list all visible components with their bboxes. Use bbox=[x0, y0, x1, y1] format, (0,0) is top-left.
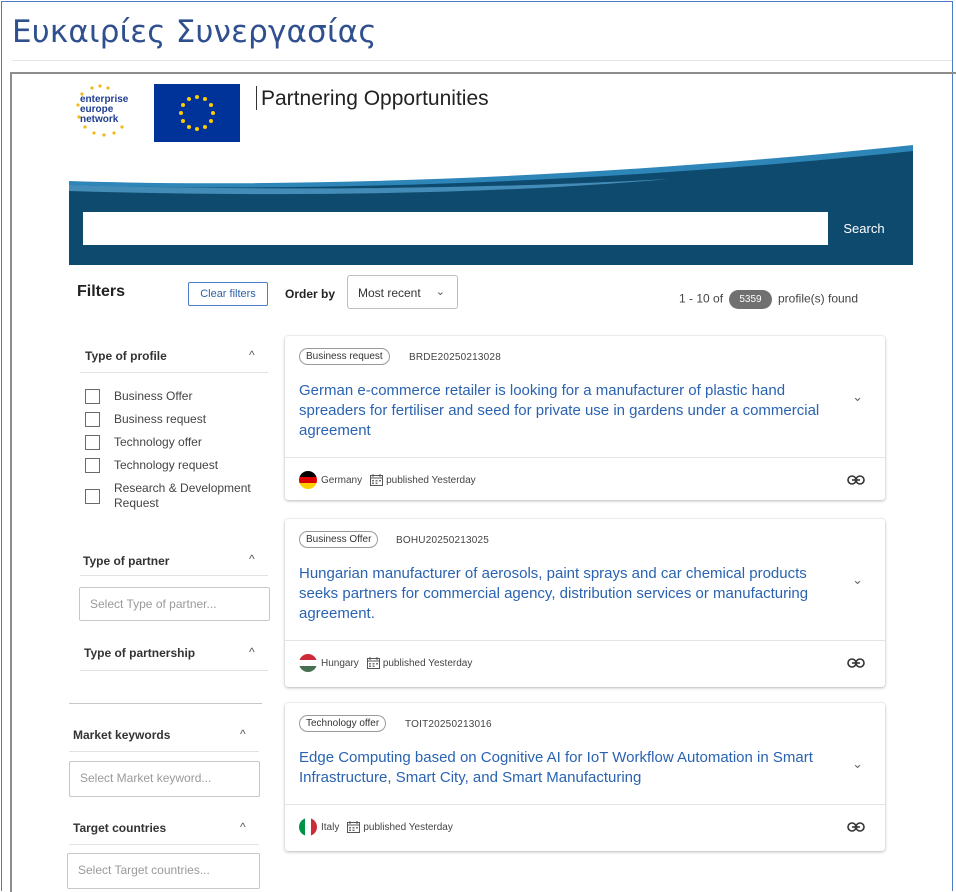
filter-divider bbox=[80, 575, 268, 576]
checkbox[interactable] bbox=[85, 412, 100, 427]
profile-meta: Germany published Yesterday bbox=[299, 471, 476, 489]
eu-stars-icon bbox=[179, 95, 215, 131]
expand-chevron-icon[interactable]: ⌄ bbox=[852, 572, 863, 588]
order-by-value: Most recent bbox=[358, 286, 421, 300]
checkbox[interactable] bbox=[85, 435, 100, 450]
checkbox-label: Business Offer bbox=[114, 389, 193, 403]
filter-divider bbox=[80, 372, 268, 373]
results-range: 1 - 10 of bbox=[679, 291, 724, 306]
caret-up-icon[interactable]: ^ bbox=[249, 645, 255, 659]
search-input[interactable] bbox=[83, 212, 828, 245]
heading-divider bbox=[12, 60, 952, 61]
caret-up-icon[interactable]: ^ bbox=[249, 552, 255, 566]
profile-type-badge: Business Offer bbox=[299, 531, 379, 548]
filter-type-of-partnership-label[interactable]: Type of partnership bbox=[84, 646, 195, 660]
results-total-badge: 5359 bbox=[729, 290, 772, 309]
filter-divider bbox=[69, 703, 262, 704]
profile-published: published Yesterday bbox=[363, 821, 453, 833]
expand-chevron-icon[interactable]: ⌄ bbox=[852, 756, 863, 772]
filter-market-keywords-label[interactable]: Market keywords bbox=[73, 728, 170, 742]
checkbox-label: Research & Development Request bbox=[114, 481, 251, 510]
caret-up-icon[interactable]: ^ bbox=[240, 727, 246, 741]
een-logo-text: enterprise europe network bbox=[80, 95, 128, 125]
clear-filters-button[interactable]: Clear filters bbox=[188, 282, 268, 306]
card-divider bbox=[285, 804, 885, 805]
checkbox[interactable] bbox=[85, 389, 100, 404]
expand-chevron-icon[interactable]: ⌄ bbox=[852, 389, 863, 405]
checkbox-business-request[interactable]: Business request bbox=[85, 412, 206, 427]
profile-meta: Hungary published Yesterday bbox=[299, 654, 472, 672]
checkbox-technology-offer[interactable]: Technology offer bbox=[85, 435, 202, 450]
results-count: 1 - 10 of 5359 profile(s) found bbox=[679, 290, 858, 309]
profile-reference: TOIT20250213016 bbox=[405, 719, 492, 730]
checkbox[interactable] bbox=[85, 489, 100, 504]
checkbox-label: Technology request bbox=[114, 458, 219, 472]
logo-line-3: network bbox=[80, 114, 119, 125]
filters-title: Filters bbox=[77, 283, 126, 300]
profile-card[interactable]: Business Offer BOHU20250213025 Hungarian… bbox=[285, 519, 885, 687]
profile-card[interactable]: Technology offer TOIT20250213016 Edge Co… bbox=[285, 703, 885, 851]
calendar-icon bbox=[347, 821, 361, 833]
checkbox-research-development-request[interactable]: Research & Development Request bbox=[85, 481, 265, 511]
profile-meta: Italy published Yesterday bbox=[299, 818, 453, 836]
germany-flag-icon bbox=[299, 471, 317, 489]
chevron-down-icon: ⌄ bbox=[435, 286, 445, 298]
hungary-flag-icon bbox=[299, 654, 317, 672]
checkbox-technology-request[interactable]: Technology request bbox=[85, 458, 218, 473]
filter-divider bbox=[69, 751, 259, 752]
checkbox-label: Technology offer bbox=[114, 435, 202, 449]
filter-type-of-partner-label[interactable]: Type of partner bbox=[83, 554, 169, 568]
profile-type-badge: Technology offer bbox=[299, 715, 387, 732]
link-icon[interactable] bbox=[847, 822, 865, 832]
calendar-icon bbox=[370, 474, 384, 486]
title-divider bbox=[256, 86, 257, 110]
checkbox-business-offer[interactable]: Business Offer bbox=[85, 389, 192, 404]
header-banner bbox=[69, 145, 913, 265]
market-keywords-select[interactable]: Select Market keyword... bbox=[69, 761, 260, 797]
target-countries-select[interactable]: Select Target countries... bbox=[67, 853, 260, 889]
profile-country: Hungary bbox=[321, 657, 359, 669]
link-icon[interactable] bbox=[847, 475, 865, 485]
card-divider bbox=[285, 640, 885, 641]
profile-type-badge: Business request bbox=[299, 348, 390, 365]
enterprise-europe-network-logo[interactable]: enterprise europe network bbox=[74, 83, 150, 145]
italy-flag-icon bbox=[299, 818, 317, 836]
calendar-icon bbox=[366, 657, 380, 669]
filter-divider bbox=[80, 670, 268, 671]
profile-title-link[interactable]: Edge Computing based on Cognitive AI for… bbox=[299, 748, 829, 788]
profile-reference: BOHU20250213025 bbox=[396, 535, 490, 546]
type-of-partner-select[interactable]: Select Type of partner... bbox=[79, 587, 270, 621]
profile-country: Italy bbox=[321, 821, 340, 833]
page-heading: Ευκαιρίες Συνεργασίας bbox=[12, 14, 377, 50]
link-icon[interactable] bbox=[847, 658, 865, 668]
card-divider bbox=[285, 457, 885, 458]
order-by-label: Order by bbox=[285, 287, 336, 301]
profile-published: published Yesterday bbox=[386, 474, 476, 486]
profile-country: Germany bbox=[321, 474, 363, 486]
profile-reference: BRDE20250213028 bbox=[409, 352, 501, 363]
order-by-select[interactable]: Most recent ⌄ bbox=[347, 275, 458, 309]
caret-up-icon[interactable]: ^ bbox=[249, 348, 255, 362]
filter-target-countries-label[interactable]: Target countries bbox=[73, 821, 166, 835]
profile-title-link[interactable]: Hungarian manufacturer of aerosols, pain… bbox=[299, 564, 829, 624]
results-suffix: profile(s) found bbox=[777, 291, 859, 306]
filter-type-of-profile-label[interactable]: Type of profile bbox=[85, 349, 167, 363]
eu-flag-logo bbox=[154, 84, 240, 142]
profile-published: published Yesterday bbox=[382, 657, 473, 669]
profile-card[interactable]: Business request BRDE20250213028 German … bbox=[285, 336, 885, 500]
filter-divider bbox=[69, 844, 259, 845]
site-title: Partnering Opportunities bbox=[261, 87, 489, 110]
profile-title-link[interactable]: German e-commerce retailer is looking fo… bbox=[299, 381, 829, 441]
checkbox-label: Business request bbox=[114, 412, 207, 426]
checkbox[interactable] bbox=[85, 458, 100, 473]
search-button[interactable]: Search bbox=[829, 212, 899, 245]
caret-up-icon[interactable]: ^ bbox=[240, 820, 246, 834]
